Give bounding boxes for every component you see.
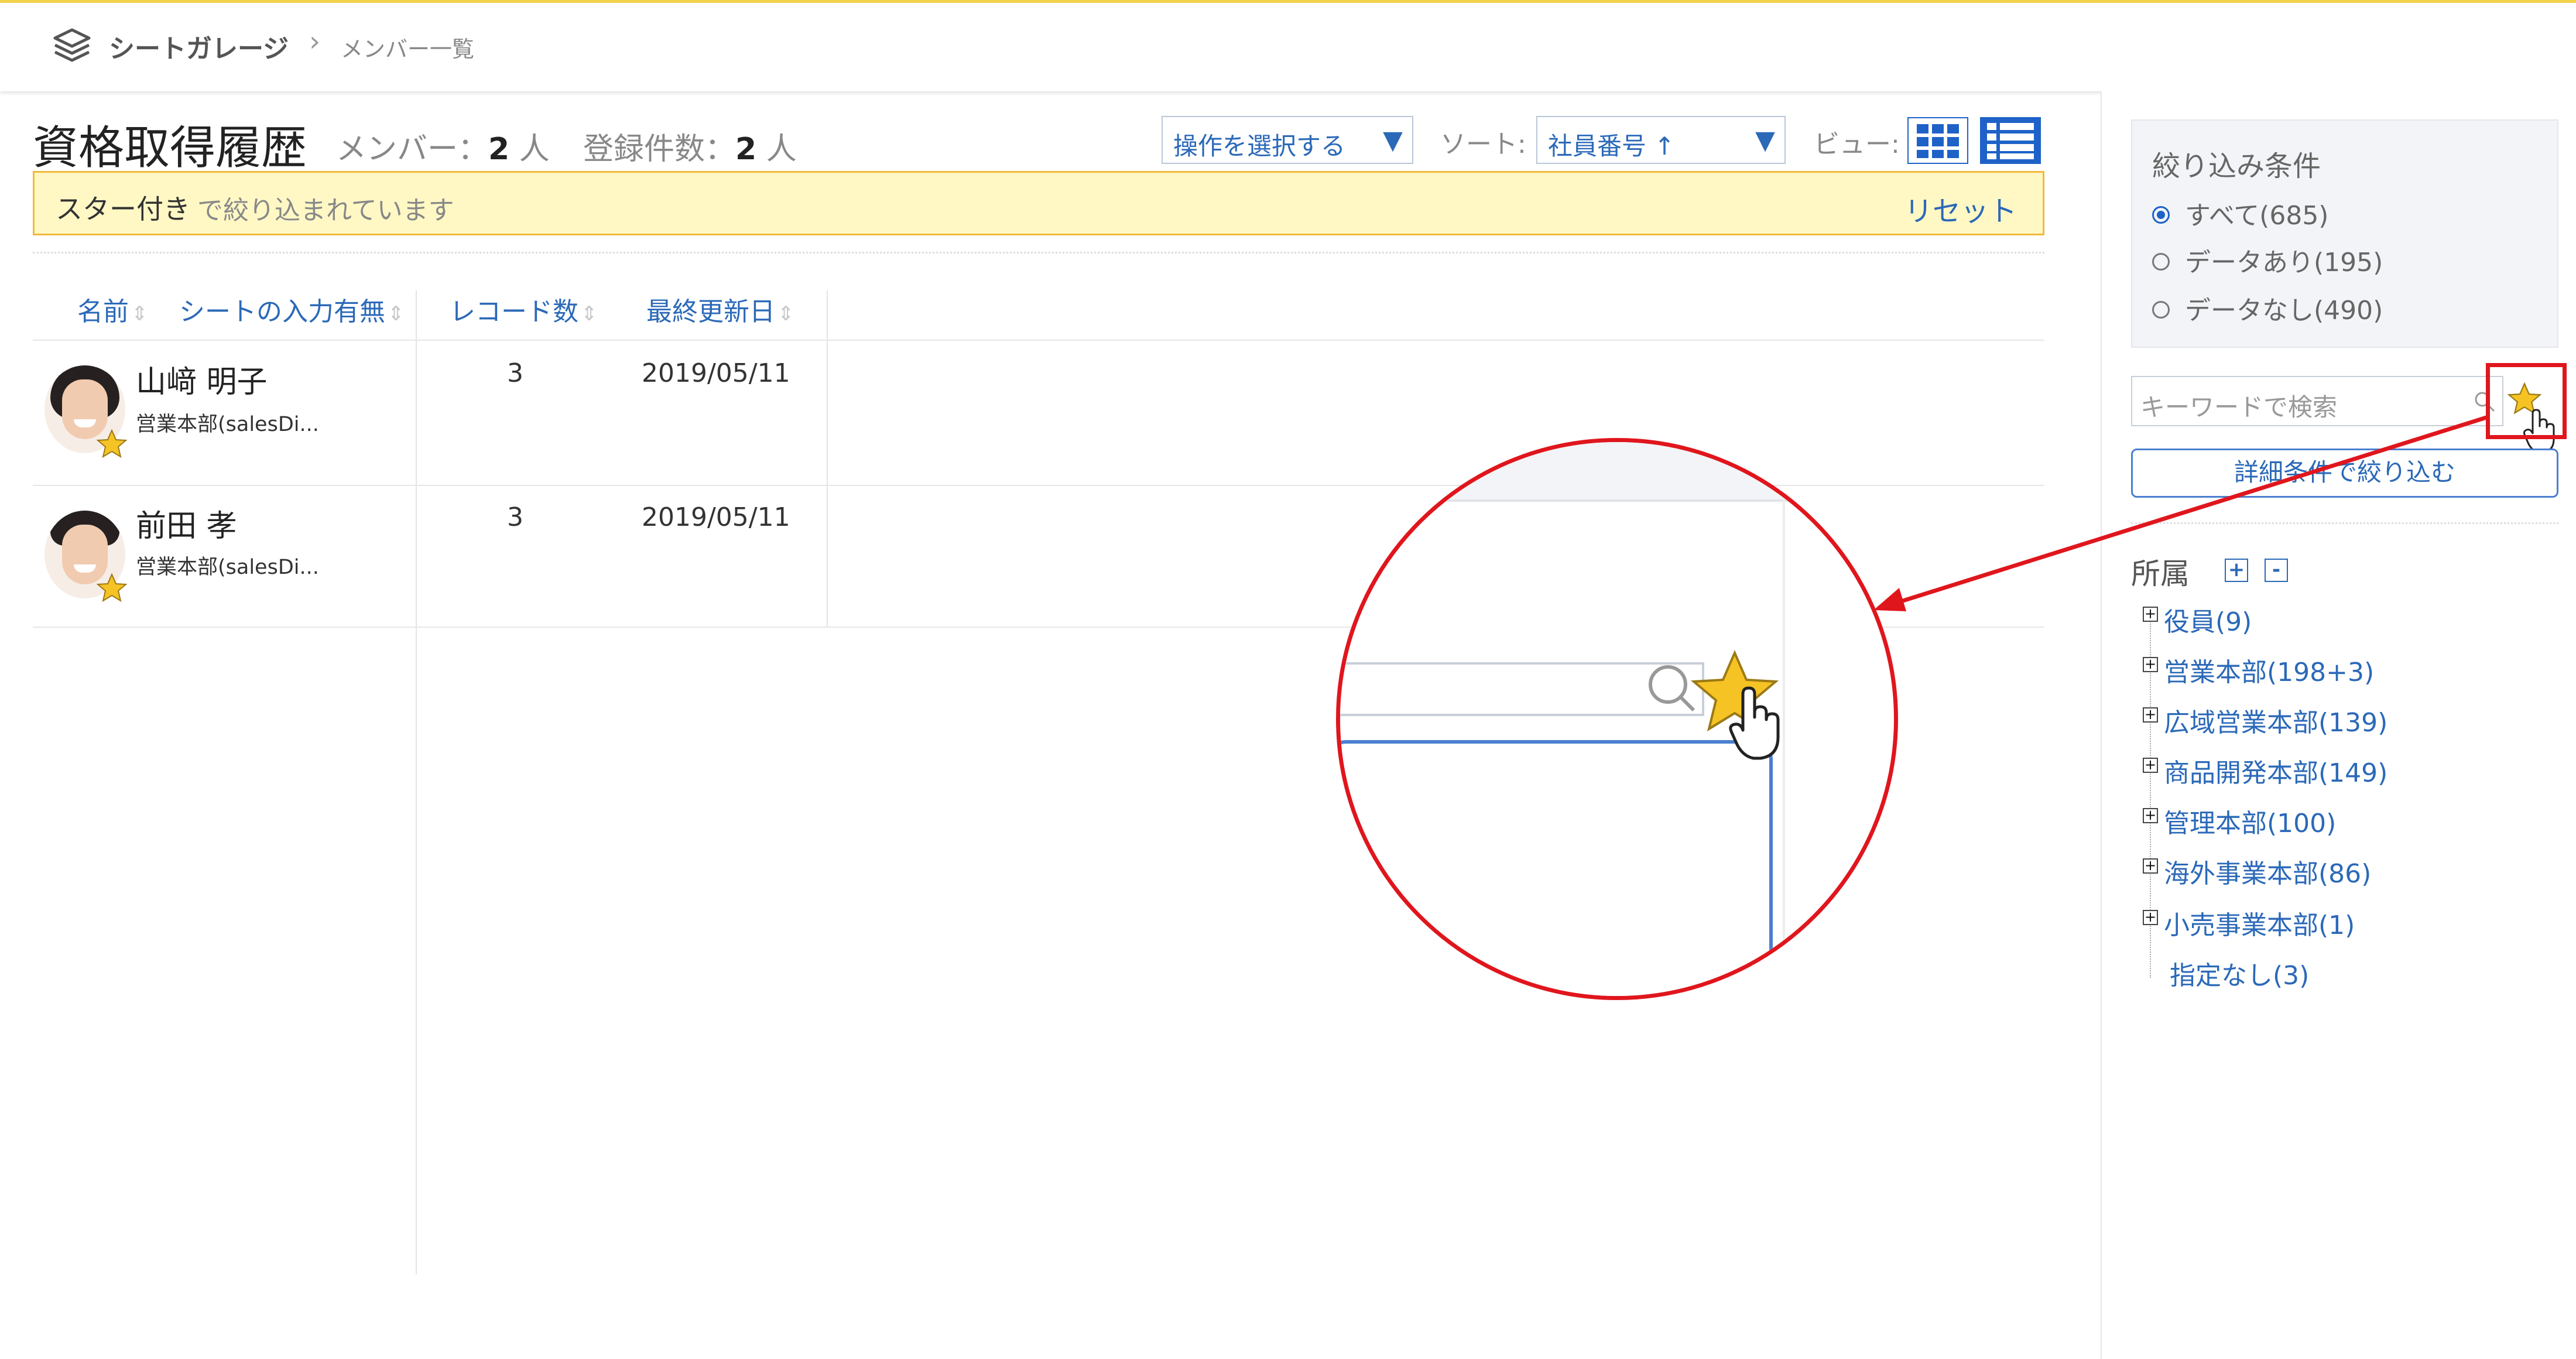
annotation-arrow [1873, 415, 2489, 611]
